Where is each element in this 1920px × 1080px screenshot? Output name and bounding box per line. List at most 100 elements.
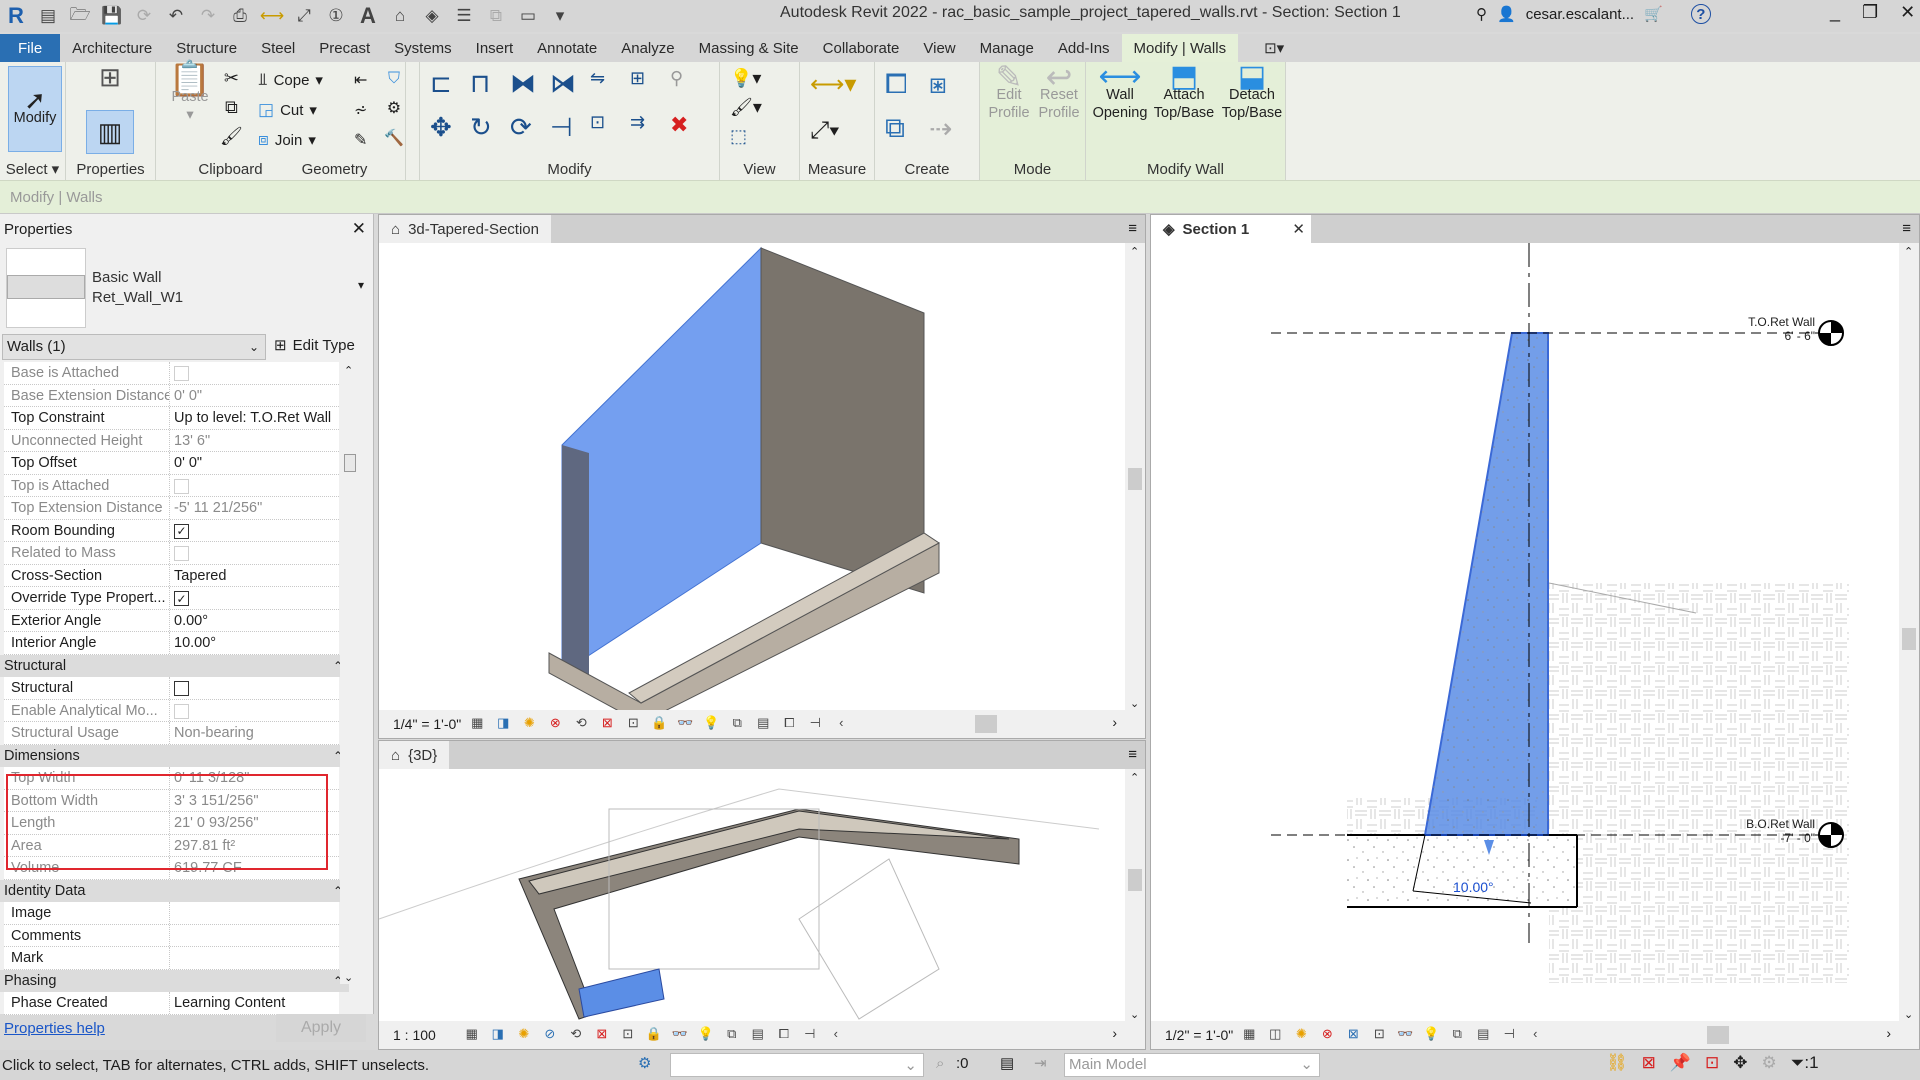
sun-path-icon[interactable]: ✺ <box>514 1026 534 1044</box>
view-section-1[interactable]: ◈ Section 1 ✕ ≡ T.O.Ret Wall 6' - 6" B.O… <box>1150 214 1920 1050</box>
scroll-left-icon[interactable]: ‹ <box>826 1026 846 1044</box>
shadows-icon[interactable]: ⊘ <box>540 1026 560 1044</box>
wall-joins-icon[interactable]: ⇤ <box>354 70 367 90</box>
edit-type-button[interactable]: ⊞ Edit Type <box>274 334 355 358</box>
view-tab-section-1[interactable]: ◈ Section 1 ✕ <box>1151 215 1311 243</box>
analytical-model-icon[interactable]: ⧠ <box>774 1026 794 1044</box>
mirror-pick-axis-icon[interactable]: ⧓ <box>510 68 550 112</box>
worksharing-icon[interactable]: ⧉ <box>1447 1026 1467 1044</box>
properties-close-icon[interactable]: ✕ <box>352 219 366 239</box>
crop-view-icon[interactable]: ⊠ <box>597 715 617 733</box>
property-value[interactable]: 0' 0" <box>170 385 339 407</box>
create-similar-icon[interactable]: ⇢ <box>929 112 973 156</box>
join-profile-icon[interactable]: ⛉ <box>388 70 400 88</box>
type-dropdown-icon[interactable]: ▾ <box>358 278 364 292</box>
view-vertical-scrollbar[interactable]: ⌃ ⌄ <box>1125 769 1145 1023</box>
view-tab-3d[interactable]: ⌂ {3D} <box>379 741 450 769</box>
modify-button[interactable]: ➚ Modify <box>8 66 62 152</box>
property-value[interactable]: ✓ <box>170 587 339 609</box>
constraints-icon[interactable]: ⊣ <box>805 715 825 733</box>
cope-button[interactable]: ⫫ Cope ▾ <box>258 70 323 90</box>
property-value[interactable]: Learning Content <box>170 992 339 1014</box>
close-view-icon[interactable]: ✕ <box>1292 220 1305 238</box>
select-links-icon[interactable]: ⛓ <box>1606 1053 1628 1073</box>
copy-icon[interactable]: ⧉ <box>225 97 238 118</box>
tab-modify-walls[interactable]: Modify | Walls <box>1121 34 1239 62</box>
shadows-icon[interactable]: ⊗ <box>1317 1026 1337 1044</box>
property-value[interactable]: 0.00° <box>170 610 339 632</box>
paste-button[interactable]: 📋 Paste ▾ <box>168 62 212 124</box>
active-design-option-icon[interactable]: ⇥ <box>1034 1054 1047 1072</box>
detail-level-icon[interactable]: ▦ <box>467 715 487 733</box>
scroll-right-icon[interactable]: › <box>1886 1025 1891 1041</box>
show-crop-icon[interactable]: ⊡ <box>623 715 643 733</box>
minimize-button[interactable]: _ <box>1830 2 1840 23</box>
constraints-icon[interactable]: ⊣ <box>1499 1026 1519 1044</box>
property-value[interactable] <box>170 925 339 947</box>
temp-hide-icon[interactable]: 👓 <box>1395 1026 1415 1044</box>
property-value[interactable] <box>170 677 339 699</box>
lock-view-icon[interactable]: 🔒 <box>644 1026 664 1044</box>
property-value[interactable]: 0' 0" <box>170 452 339 474</box>
highlight-displacement-icon[interactable]: ▤ <box>748 1026 768 1044</box>
undo-icon[interactable]: ↶ <box>164 4 188 28</box>
aligned-dimension-icon[interactable]: ⤢▾ <box>810 117 856 145</box>
demolish-icon[interactable]: 🔨 <box>384 128 404 148</box>
measure-icon[interactable]: ⟷ <box>260 4 284 28</box>
tag-icon[interactable]: ① <box>324 4 348 28</box>
scroll-left-icon[interactable]: ‹ <box>1525 1026 1545 1044</box>
scroll-right-icon[interactable]: › <box>1112 1025 1117 1041</box>
visual-style-icon[interactable]: ◨ <box>488 1026 508 1044</box>
trim-extend-icon[interactable]: ⟳ <box>510 112 550 156</box>
temp-hide-icon[interactable]: 👓 <box>670 1026 690 1044</box>
cart-icon[interactable]: 🛒 <box>1644 5 1663 23</box>
instance-filter-dropdown[interactable]: Walls (1) ⌄ <box>2 334 266 360</box>
connection-icon[interactable]: ⚙ <box>387 98 401 118</box>
align-icon[interactable]: ⊏ <box>430 68 470 112</box>
level-top-marker[interactable]: T.O.Ret Wall 6' - 6" <box>1709 315 1815 343</box>
view-scale[interactable]: 1 : 100 <box>393 1027 436 1043</box>
property-value[interactable]: 10.00° <box>170 632 339 654</box>
tab-structure[interactable]: Structure <box>164 34 249 62</box>
apply-button[interactable]: Apply <box>276 1014 366 1042</box>
attach-top-base-button[interactable]: ⬒ Attach Top/Base <box>1152 62 1216 122</box>
view-menu-icon[interactable]: ≡ <box>1902 220 1911 237</box>
detach-top-base-button[interactable]: ⬓ Detach Top/Base <box>1220 62 1284 122</box>
view-menu-icon[interactable]: ≡ <box>1128 746 1137 763</box>
drag-elements-icon[interactable]: ✥ <box>1733 1053 1747 1073</box>
angle-dimension-label[interactable]: 10.00° <box>1453 879 1494 895</box>
view-3d[interactable]: ⌂ {3D} ≡ ⌃ ⌄ 1 : 100 ▦ ◨ ✺ ⊘ ⟲ ⊠ ⊡ 🔒 👓 💡 … <box>378 740 1146 1050</box>
properties-button[interactable]: ▥ <box>86 110 134 154</box>
customize-qat-icon[interactable]: ▾ <box>548 4 572 28</box>
print-icon[interactable]: ⎙ <box>228 4 252 28</box>
horizontal-scroll-thumb[interactable] <box>1707 1026 1729 1044</box>
pin-icon[interactable]: ⚲ <box>670 68 710 112</box>
visual-style-icon[interactable]: ◨ <box>493 715 513 733</box>
tab-manage[interactable]: Manage <box>968 34 1046 62</box>
match-type-icon[interactable]: 🖌 <box>220 126 243 147</box>
user-icon[interactable]: 👤 <box>1497 5 1516 23</box>
tab-systems[interactable]: Systems <box>382 34 464 62</box>
binoculars-icon[interactable]: ⚲ <box>1476 5 1487 23</box>
property-value[interactable]: Tapered <box>170 565 339 587</box>
close-button[interactable]: ✕ <box>1900 2 1915 23</box>
property-value[interactable] <box>170 475 339 497</box>
linework-icon[interactable]: ⬚ <box>730 126 762 147</box>
create-assembly-icon[interactable]: ⧠ <box>885 68 929 112</box>
property-value[interactable] <box>170 902 339 924</box>
view-tab-3d-tapered[interactable]: ⌂ 3d-Tapered-Section <box>379 215 551 243</box>
view-3d-tapered-section[interactable]: ⌂ 3d-Tapered-Section ≡ ⌃ ⌄ 1/4" = 1'-0" ▦… <box>378 214 1146 739</box>
design-option-dropdown[interactable]: Main Model ⌄ <box>1064 1053 1320 1077</box>
render-icon[interactable]: ⟲ <box>566 1026 586 1044</box>
scroll-right-icon[interactable]: › <box>1112 714 1117 730</box>
mirror-draw-axis-icon[interactable]: ⧒ <box>550 68 590 112</box>
save-icon[interactable]: 💾 <box>100 4 124 28</box>
property-checkbox[interactable] <box>174 478 189 494</box>
property-checkbox[interactable]: ✓ <box>174 591 189 606</box>
tab-precast[interactable]: Precast <box>307 34 382 62</box>
shadows-icon[interactable]: ⊗ <box>545 715 565 733</box>
detail-level-icon[interactable]: ▦ <box>1239 1026 1259 1044</box>
close-hidden-icon[interactable]: ⧉ <box>484 4 508 28</box>
switch-windows-icon[interactable]: ▭ <box>516 4 540 28</box>
view-vertical-scrollbar[interactable]: ⌃ ⌄ <box>1899 243 1919 1023</box>
